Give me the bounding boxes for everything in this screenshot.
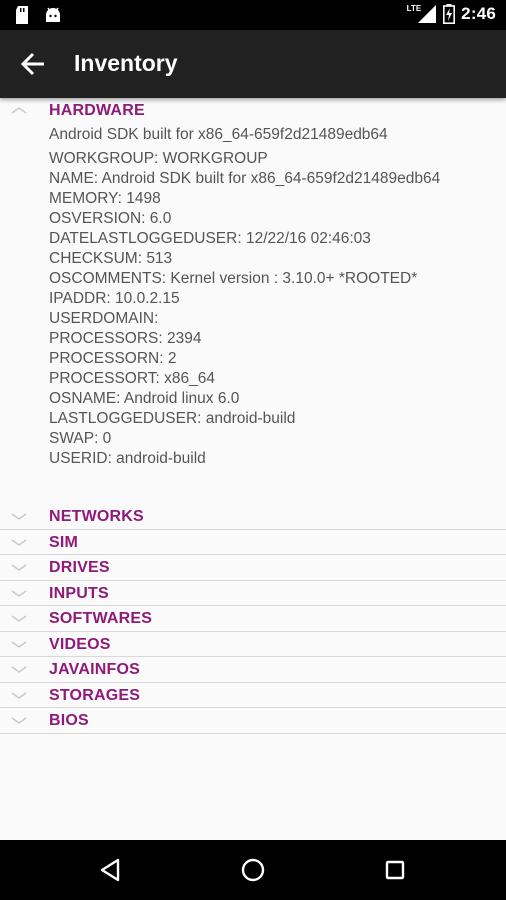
group-storages[interactable]: STORAGES (0, 683, 506, 708)
detail-item: CHECKSUM: 513 (49, 250, 173, 267)
inventory-list[interactable]: HARDWARE Android SDK built for x86_64-65… (0, 98, 506, 840)
group-title: NETWORKS (49, 508, 144, 525)
notification-icons (14, 6, 62, 24)
android-icon (46, 7, 60, 22)
chevron-up-icon (11, 107, 27, 114)
detail-item: OSVERSION: 6.0 (49, 210, 172, 227)
chevron-down-icon (11, 666, 27, 673)
detail-item: NAME: Android SDK built for x86_64-659f2… (49, 170, 441, 187)
chevron-down-icon (11, 717, 27, 724)
chevron-down-icon (11, 538, 27, 546)
group-title: SOFTWARES (49, 610, 153, 627)
recents-square-icon (385, 860, 405, 880)
detail-item: IPADDR: 10.0.2.15 (49, 290, 180, 307)
group-softwares[interactable]: SOFTWARES (0, 606, 506, 632)
chevron-down-icon (11, 564, 27, 571)
group-title: INPUTS (49, 584, 109, 602)
group-title: DRIVES (49, 559, 110, 576)
detail-item: OSNAME: Android linux 6.0 (49, 390, 240, 407)
hardware-details: Android SDK built for x86_64-659f2d21489… (0, 122, 506, 504)
detail-item: LASTLOGGEDUSER: android-build (49, 410, 296, 427)
group-title: SIM (49, 533, 79, 551)
detail-item: PROCESSORN: 2 (49, 350, 177, 367)
back-button[interactable] (18, 50, 50, 78)
chevron-down-icon (11, 615, 27, 622)
group-networks[interactable]: NETWORKS (0, 504, 506, 530)
network-type-label: LTE (406, 3, 422, 13)
group-title: STORAGES (49, 686, 141, 704)
group-sim[interactable]: SIM (0, 530, 506, 555)
status-bar: LTE 2:46 (0, 0, 506, 30)
detail-item: WORKGROUP: WORKGROUP (49, 150, 268, 167)
battery-charging-icon (443, 4, 456, 24)
detail-item: MEMORY: 1498 (49, 190, 161, 207)
back-triangle-icon (100, 858, 120, 882)
chevron-down-icon (11, 640, 27, 648)
home-circle-icon (241, 858, 265, 882)
nav-back-button[interactable] (95, 854, 127, 886)
detail-item: SWAP: 0 (49, 430, 112, 447)
nav-recents-button[interactable] (379, 854, 411, 886)
detail-item: PROCESSORS: 2394 (49, 330, 202, 347)
detail-item: USERDOMAIN: (49, 310, 159, 327)
group-videos[interactable]: VIDEOS (0, 632, 506, 657)
chevron-down-icon (11, 589, 27, 597)
chevron-down-icon (11, 513, 27, 520)
hardware-detail-list: WORKGROUP: WORKGROUP NAME: Android SDK b… (49, 149, 440, 469)
page-title: Inventory (74, 50, 178, 76)
group-javainfos[interactable]: JAVAINFOS (0, 657, 506, 683)
group-drives[interactable]: DRIVES (0, 555, 506, 581)
group-hardware[interactable]: HARDWARE (0, 98, 506, 122)
detail-item: OSCOMMENTS: Kernel version : 3.10.0+ *RO… (49, 270, 418, 287)
detail-item: PROCESSORT: x86_64 (49, 370, 215, 387)
group-inputs[interactable]: INPUTS (0, 581, 506, 606)
app-bar: Inventory (0, 30, 506, 98)
group-title: JAVAINFOS (49, 661, 140, 678)
group-title: HARDWARE (49, 102, 145, 119)
navigation-bar (0, 840, 506, 900)
hardware-summary: Android SDK built for x86_64-659f2d21489… (49, 126, 388, 143)
detail-item: DATELASTLOGGEDUSER: 12/22/16 02:46:03 (49, 230, 371, 247)
sd-card-icon (16, 6, 28, 24)
arrow-left-icon (20, 52, 44, 76)
chevron-down-icon (11, 691, 27, 699)
group-bios[interactable]: BIOS (0, 708, 506, 734)
nav-home-button[interactable] (237, 854, 269, 886)
status-time: 2:46 (461, 4, 496, 23)
system-icons: LTE 2:46 (407, 4, 496, 24)
group-title: BIOS (49, 712, 89, 729)
detail-item: USERID: android-build (49, 450, 206, 467)
group-title: VIDEOS (49, 635, 111, 653)
